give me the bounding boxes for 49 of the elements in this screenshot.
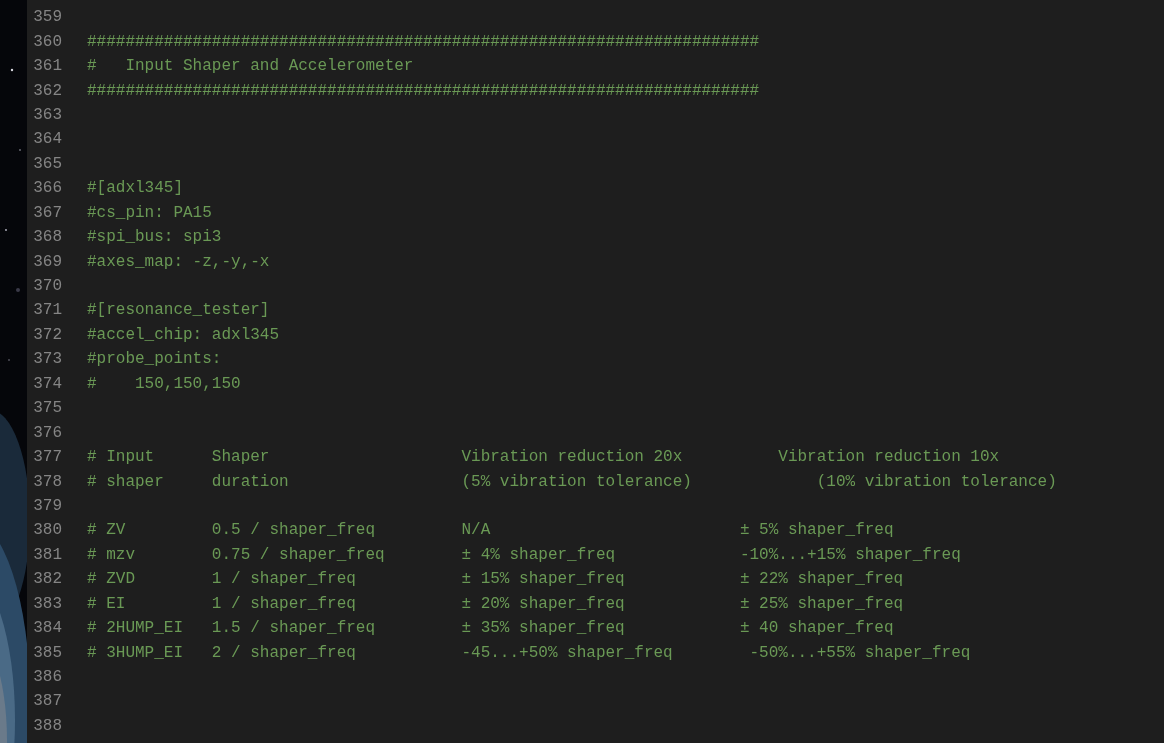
line-number: 375 — [32, 399, 62, 418]
code-line: #[adxl345] — [87, 179, 183, 198]
line-number: 385 — [32, 643, 62, 662]
code-line: #spi_bus: spi3 — [87, 228, 222, 247]
line-number: 367 — [32, 203, 62, 222]
code-line: ###################################################################### — [87, 81, 760, 100]
code-line: # 3HUMP_EI 2 / shaper_freq -45...+50% shaper_freq -50%...+55% shaper_freq — [87, 643, 971, 662]
line-number: 365 — [32, 154, 62, 173]
line-number: 369 — [32, 252, 62, 271]
code-line: # shaper duration (5% vibration tolerance) (10% vibration tolerance) — [87, 472, 1057, 491]
line-number: 366 — [32, 179, 62, 198]
line-number: 387 — [32, 692, 62, 711]
code-line: ###################################################################### — [87, 32, 760, 51]
line-number: 381 — [32, 545, 62, 564]
line-number: 359 — [32, 8, 62, 27]
line-number: 372 — [32, 325, 62, 344]
code-line: # Input Shaper Vibration reduction 20x Vibration reduction 10x — [87, 448, 1000, 467]
line-number: 378 — [32, 472, 62, 491]
line-number: 364 — [32, 130, 62, 149]
line-number: 361 — [32, 57, 62, 76]
code-line: # 150,150,150 — [87, 374, 241, 393]
code-line: # ZVD 1 / shaper_freq ± 15% shaper_freq ± 22% shaper_freq — [87, 570, 904, 589]
line-number: 377 — [32, 448, 62, 467]
code-line: # ZV 0.5 / shaper_freq N/A ± 5% shaper_freq — [87, 521, 894, 540]
code-line: # 2HUMP_EI 1.5 / shaper_freq ± 35% shaper_freq ± 40 shaper_freq — [87, 619, 894, 638]
line-number: 379 — [32, 496, 62, 515]
line-number: 383 — [32, 594, 62, 613]
code-line: #[resonance_tester] — [87, 301, 270, 320]
line-number: 386 — [32, 668, 62, 687]
line-number: 382 — [32, 570, 62, 589]
code-line: #accel_chip: adxl345 — [87, 325, 280, 344]
line-number: 368 — [32, 228, 62, 247]
line-number: 370 — [32, 277, 62, 296]
code-line: #cs_pin: PA15 — [87, 203, 212, 222]
line-number: 360 — [32, 32, 62, 51]
line-number: 363 — [32, 105, 62, 124]
code-line: #probe_points: — [87, 350, 222, 369]
code-line: # Input Shaper and Accelerometer — [87, 57, 414, 76]
line-number: 380 — [32, 521, 62, 540]
line-number: 373 — [32, 350, 62, 369]
line-number: 362 — [32, 81, 62, 100]
line-number: 376 — [32, 423, 62, 442]
line-number: 388 — [32, 716, 62, 735]
code-line: # mzv 0.75 / shaper_freq ± 4% shaper_freq -10%...+15% shaper_freq — [87, 545, 961, 564]
line-number: 374 — [32, 374, 62, 393]
line-number: 384 — [32, 619, 62, 638]
line-number: 371 — [32, 301, 62, 320]
code-line: #axes_map: -z,-y,-x — [87, 252, 270, 271]
code-line: # EI 1 / shaper_freq ± 20% shaper_freq ± 25% shaper_freq — [87, 594, 904, 613]
